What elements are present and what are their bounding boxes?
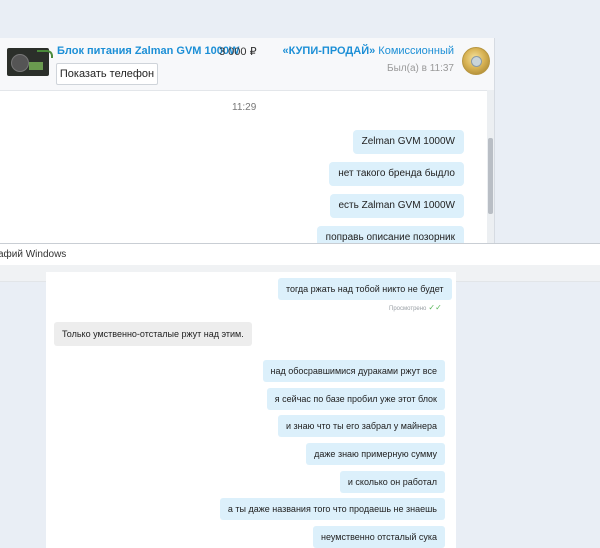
photo-viewer-titlebar: афий Windows bbox=[0, 243, 600, 267]
message-outgoing: тогда ржать над тобой никто не будет bbox=[278, 278, 452, 300]
message-outgoing: неумственно отсталый сука bbox=[313, 526, 445, 548]
chat-timestamp: 11:29 bbox=[232, 102, 257, 113]
read-status: Просмотрено ✓✓ bbox=[389, 303, 442, 312]
show-phone-button[interactable]: Показать телефон bbox=[56, 63, 158, 85]
message-incoming: Только умственно-отсталые ржут над этим. bbox=[54, 322, 252, 346]
message-outgoing: есть Zalman GVM 1000W bbox=[329, 194, 464, 218]
psu-label-graphic bbox=[29, 62, 43, 70]
seller-name-link[interactable]: «КУПИ-ПРОДАЙ» Комиссионный bbox=[282, 45, 454, 57]
message-outgoing: а ты даже названия того что продаешь не … bbox=[219, 498, 445, 520]
message-outgoing: я сейчас по базе пробил уже этот блок bbox=[266, 388, 445, 410]
message-outgoing: даже знаю примерную сумму bbox=[306, 443, 445, 465]
listing-title-link[interactable]: Блок питания Zalman GVM 1000W bbox=[57, 45, 239, 57]
seller-type[interactable]: Комиссионный bbox=[378, 45, 454, 57]
double-check-icon: ✓✓ bbox=[428, 303, 442, 312]
chat-window-bottom: тогда ржать над тобой никто не будет Про… bbox=[46, 272, 456, 548]
chat-scrollbar[interactable] bbox=[487, 90, 494, 244]
photo-viewer-title: афий Windows bbox=[0, 249, 67, 260]
message-outgoing: Zelman GVM 1000W bbox=[352, 130, 464, 154]
message-outgoing: и сколько он работал bbox=[339, 471, 445, 493]
seller-last-seen: Был(а) в 11:37 bbox=[387, 63, 454, 74]
chat-window-top: Блок питания Zalman GVM 1000W 3 000 ₽ По… bbox=[0, 38, 495, 244]
psu-cable-graphic bbox=[37, 50, 53, 58]
seller-avatar[interactable] bbox=[462, 47, 490, 75]
listing-price: 3 000 ₽ bbox=[219, 46, 257, 58]
message-outgoing: нет такого бренда быдло bbox=[329, 162, 464, 186]
seller-name[interactable]: «КУПИ-ПРОДАЙ» bbox=[282, 45, 375, 57]
listing-thumbnail[interactable] bbox=[7, 48, 53, 76]
scrollbar-thumb[interactable] bbox=[488, 138, 493, 214]
message-outgoing: над обосравшимися дураками ржут все bbox=[262, 360, 445, 382]
listing-header: Блок питания Zalman GVM 1000W 3 000 ₽ По… bbox=[0, 38, 494, 91]
message-outgoing: поправь описание позорник bbox=[316, 226, 464, 244]
read-status-label: Просмотрено bbox=[389, 306, 427, 312]
message-outgoing: и знаю что ты его забрал у майнера bbox=[277, 415, 445, 437]
psu-fan-graphic bbox=[11, 54, 29, 72]
